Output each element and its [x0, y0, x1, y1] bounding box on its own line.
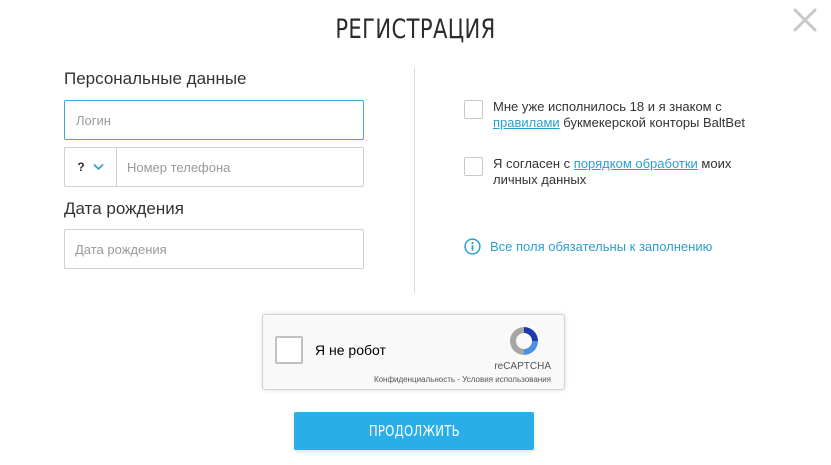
registration-modal: РЕГИСТРАЦИЯ Персональные данные Логин ? …: [0, 0, 831, 465]
recaptcha-logo-icon: [510, 327, 538, 355]
recaptcha-checkbox[interactable]: [275, 336, 303, 364]
info-icon: [464, 238, 481, 255]
age-agreement-checkbox[interactable]: [464, 100, 483, 119]
chevron-down-icon: [93, 163, 104, 171]
age-agreement-text: Мне уже исполнилось 18 и я знаком с прав…: [493, 99, 745, 130]
recaptcha-links[interactable]: Конфиденциальность - Условия использован…: [374, 375, 551, 384]
phone-code-value: ?: [77, 160, 85, 174]
birth-date-placeholder: Дата рождения: [75, 241, 167, 257]
personal-data-heading: Персональные данные: [64, 69, 247, 88]
birth-date-input[interactable]: Дата рождения: [64, 229, 364, 269]
required-fields-text: Все поля обязательны к заполнению: [490, 239, 713, 254]
phone-code-select[interactable]: ?: [65, 148, 117, 186]
rules-link[interactable]: правилами: [493, 115, 560, 130]
data-processing-text: Я согласен с порядком обработки моих лич…: [493, 156, 732, 187]
phone-input[interactable]: Номер телефона: [117, 160, 230, 175]
phone-field[interactable]: ? Номер телефона: [64, 147, 364, 187]
login-placeholder: Логин: [76, 112, 111, 128]
column-divider: [414, 68, 415, 293]
recaptcha-label: Я не робот: [315, 342, 386, 358]
continue-button[interactable]: ПРОДОЛЖИТЬ: [294, 412, 534, 450]
login-input[interactable]: Логин: [64, 100, 364, 140]
continue-button-label: ПРОДОЛЖИТЬ: [368, 422, 460, 440]
close-icon[interactable]: [791, 6, 819, 34]
modal-title: РЕГИСТРАЦИЯ: [335, 14, 496, 45]
processing-order-link[interactable]: порядком обработки: [574, 156, 698, 171]
recaptcha-brand: reCAPTCHA: [494, 361, 551, 372]
age-agreement-row: Мне уже исполнилось 18 и я знаком с прав…: [464, 99, 753, 131]
birth-date-heading: Дата рождения: [64, 199, 184, 218]
required-fields-note: Все поля обязательны к заполнению: [464, 238, 712, 255]
recaptcha-widget: Я не робот reCAPTCHA Конфиденциальность …: [262, 314, 565, 390]
data-processing-checkbox[interactable]: [464, 157, 483, 176]
data-processing-row: Я согласен с порядком обработки моих лич…: [464, 156, 753, 188]
